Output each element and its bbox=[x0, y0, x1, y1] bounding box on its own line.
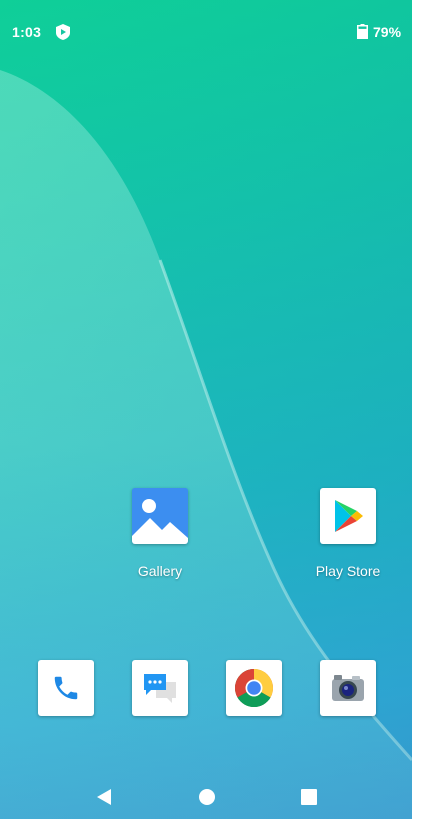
play-store-icon bbox=[320, 488, 376, 544]
nav-recents-button[interactable] bbox=[299, 787, 319, 807]
nav-back-button[interactable] bbox=[94, 787, 114, 807]
dock-chrome[interactable] bbox=[226, 660, 282, 716]
dock-camera[interactable] bbox=[320, 660, 376, 716]
screen-edge bbox=[412, 0, 421, 819]
dock-messages[interactable] bbox=[132, 660, 188, 716]
recents-icon bbox=[301, 789, 317, 805]
chrome-icon bbox=[235, 669, 273, 707]
app-label-gallery: Gallery bbox=[137, 563, 183, 579]
gallery-icon bbox=[132, 488, 188, 544]
status-time: 1:03 bbox=[12, 24, 42, 40]
notification-shield-icon bbox=[56, 24, 70, 40]
status-bar: 1:03 79% bbox=[0, 0, 412, 58]
battery-percent: 79% bbox=[373, 24, 402, 40]
app-play-store[interactable]: Play Store bbox=[298, 488, 398, 579]
home-screen: 1:03 79% Gallery Play Store bbox=[0, 0, 412, 819]
back-icon bbox=[97, 789, 111, 805]
nav-home-button[interactable] bbox=[197, 787, 217, 807]
camera-icon bbox=[332, 675, 364, 701]
app-label-play-store: Play Store bbox=[315, 563, 381, 579]
dock-phone[interactable] bbox=[38, 660, 94, 716]
battery-icon bbox=[357, 24, 368, 39]
home-icon bbox=[199, 789, 215, 805]
navigation-bar bbox=[0, 770, 412, 819]
app-gallery[interactable]: Gallery bbox=[110, 488, 210, 579]
messages-icon bbox=[144, 674, 176, 703]
phone-icon bbox=[54, 676, 78, 700]
